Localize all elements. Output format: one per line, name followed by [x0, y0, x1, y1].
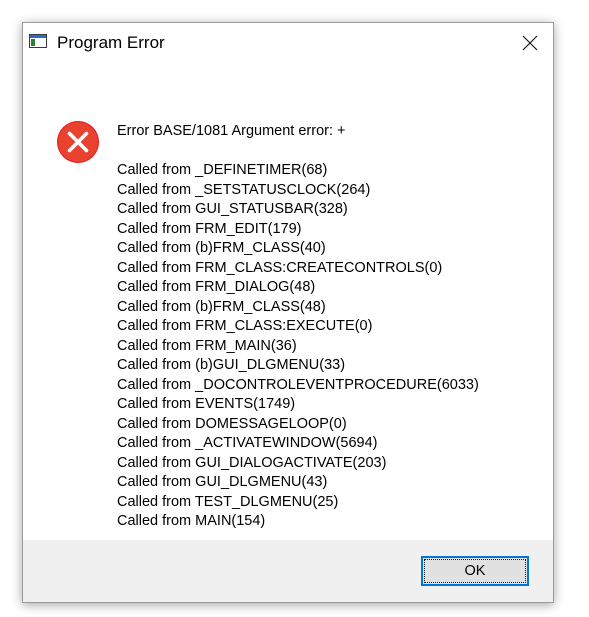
call-stack-line: Called from (b)GUI_DLGMENU(33)	[117, 357, 346, 373]
error-message: Error BASE/1081 Argument error: + Called…	[117, 122, 479, 532]
call-stack-line: Called from FRM_CLASS:CREATECONTROLS(0)	[117, 259, 443, 276]
call-stack-line: Called from _SETSTATUSCLOCK(264)	[117, 181, 371, 198]
call-stack-line: Called from FRM_DIALOG(48)	[117, 279, 316, 295]
title-bar[interactable]: Program Error	[23, 23, 553, 63]
call-stack-line: Called from DOMESSAGELOOP(0)	[117, 415, 347, 432]
close-icon	[522, 35, 538, 51]
call-stack-line: Called from GUI_DLGMENU(43)	[117, 474, 328, 490]
ok-button[interactable]: OK	[421, 556, 529, 586]
call-stack-line: Called from _ACTIVATEWINDOW(5694)	[117, 435, 378, 451]
dialog-footer: OK	[23, 540, 553, 602]
error-headline: Error BASE/1081 Argument error: +	[117, 123, 346, 139]
program-window-icon	[29, 34, 47, 48]
call-stack-line: Called from TEST_DLGMENU(25)	[117, 493, 339, 510]
call-stack-line: Called from GUI_STATUSBAR(328)	[117, 201, 348, 217]
call-stack-line: Called from (b)FRM_CLASS(40)	[117, 240, 326, 256]
call-stack-line: Called from GUI_DIALOGACTIVATE(203)	[117, 454, 387, 471]
call-stack-line: Called from _DOCONTROLEVENTPROCEDURE(603…	[117, 376, 479, 393]
call-stack-line: Called from FRM_CLASS:EXECUTE(0)	[117, 318, 373, 334]
ok-button-label: OK	[464, 563, 486, 579]
call-stack: Called from _DEFINETIMER(68) Called from …	[117, 161, 479, 532]
window-title: Program Error	[57, 33, 165, 52]
call-stack-line: Called from _DEFINETIMER(68)	[117, 162, 328, 178]
call-stack-line: Called from FRM_MAIN(36)	[117, 337, 297, 354]
call-stack-line: Called from (b)FRM_CLASS(48)	[117, 298, 326, 315]
dialog-content: Error BASE/1081 Argument error: + Called…	[23, 63, 553, 540]
error-icon	[57, 121, 99, 163]
call-stack-line: Called from EVENTS(1749)	[117, 396, 296, 412]
call-stack-line: Called from FRM_EDIT(179)	[117, 220, 302, 237]
program-error-dialog: Program Error Error BASE/1081 Argument e…	[22, 22, 554, 603]
call-stack-line: Called from MAIN(154)	[117, 513, 266, 529]
close-button[interactable]	[507, 23, 553, 63]
